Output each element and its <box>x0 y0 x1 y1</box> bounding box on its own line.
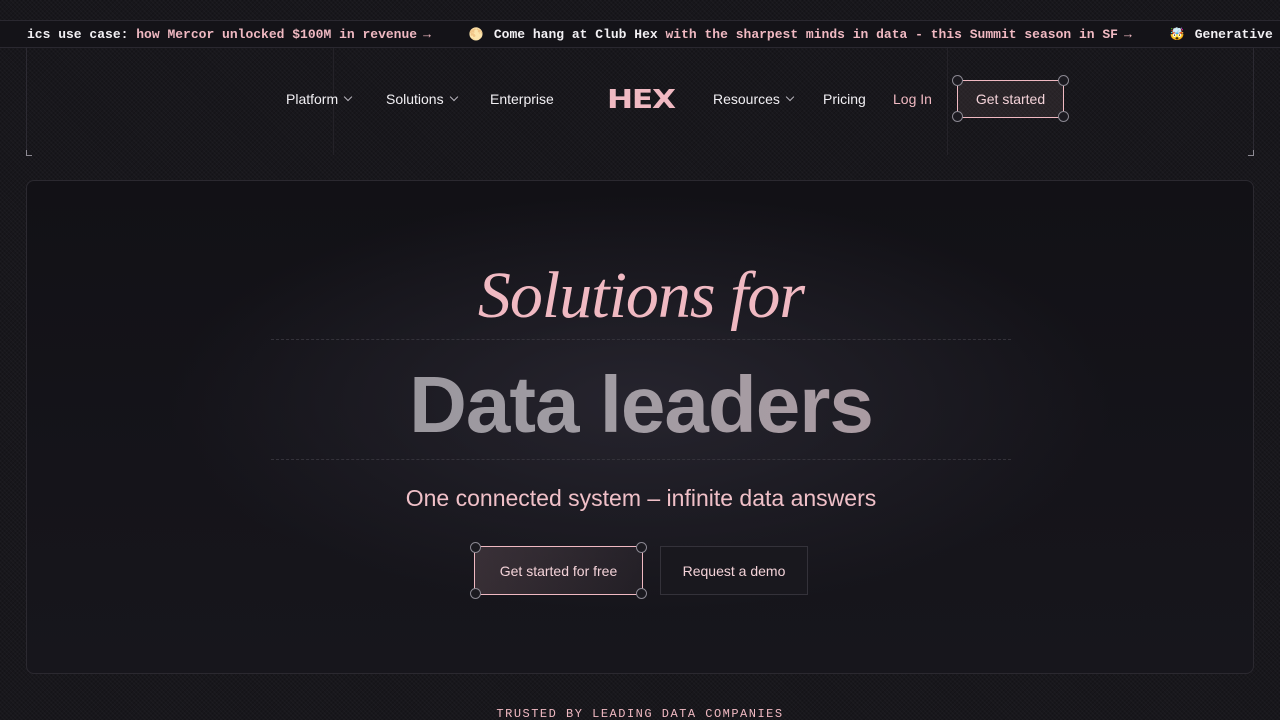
chevron-down-icon <box>451 94 458 101</box>
nav-resources[interactable]: Resources <box>713 80 794 118</box>
handle-icon <box>636 588 647 599</box>
handle-icon <box>952 111 963 122</box>
ticker-lead: Generative <box>1194 27 1273 42</box>
handle-icon <box>470 588 481 599</box>
ticker-item-club-hex[interactable]: 🌕 Come hang at Club Hex with the sharpest… <box>469 27 1132 42</box>
request-demo-label: Request a demo <box>682 562 786 579</box>
nav-enterprise-label: Enterprise <box>490 91 554 107</box>
hero-section: Solutions for Data leaders One connected… <box>26 180 1254 674</box>
ticker-link: how Mercor unlocked $100M in revenue <box>136 27 418 42</box>
nav-pricing-label: Pricing <box>823 91 866 107</box>
frame-corner <box>26 150 32 156</box>
hero-title: Data leaders <box>27 359 1253 451</box>
announcement-ticker: ics use case: how Mercor unlocked $100M … <box>0 20 1280 48</box>
chevron-down-icon <box>345 94 352 101</box>
arrow-right-icon: → <box>423 27 431 42</box>
arrow-right-icon: → <box>1123 27 1132 42</box>
hex-logo[interactable]: HEX <box>607 87 676 113</box>
ticker-item-mercor[interactable]: ics use case: how Mercor unlocked $100M … <box>27 27 431 42</box>
get-started-free-button[interactable]: Get started for free <box>474 546 643 595</box>
nav-solutions-label: Solutions <box>386 91 444 107</box>
hero-divider <box>271 339 1011 340</box>
hero-subtitle: One connected system – infinite data ans… <box>405 485 877 511</box>
handle-icon <box>470 542 481 553</box>
ticker-lead: Come hang at Club Hex <box>493 27 658 42</box>
hero-divider <box>271 459 1011 460</box>
mind-blown-icon: 🤯 <box>1169 28 1185 42</box>
nav-pricing[interactable]: Pricing <box>823 80 866 118</box>
handle-icon <box>636 542 647 553</box>
ticker-lead: ics use case: <box>27 27 129 42</box>
handle-icon <box>1058 75 1069 86</box>
get-started-free-label: Get started for free <box>499 562 618 579</box>
moon-icon: 🌕 <box>468 28 484 42</box>
get-started-button[interactable]: Get started <box>957 80 1064 118</box>
handle-icon <box>1058 111 1069 122</box>
hero-kicker: Solutions for <box>477 259 805 332</box>
login-label: Log In <box>893 91 932 107</box>
nav-platform-label: Platform <box>286 91 339 107</box>
frame-corner <box>1248 150 1254 156</box>
nav-enterprise[interactable]: Enterprise <box>490 80 554 118</box>
trusted-by-heading: TRUSTED BY LEADING DATA COMPANIES <box>496 707 784 720</box>
chevron-down-icon <box>787 94 794 101</box>
nav-platform[interactable]: Platform <box>286 80 352 118</box>
get-started-label: Get started <box>975 91 1046 107</box>
login-link[interactable]: Log In <box>893 80 932 118</box>
ticker-track: ics use case: how Mercor unlocked $100M … <box>27 27 1280 42</box>
request-demo-button[interactable]: Request a demo <box>660 546 808 595</box>
nav-solutions[interactable]: Solutions <box>386 80 458 118</box>
ticker-link: with the sharpest minds in data - this S… <box>665 27 1118 42</box>
nav-resources-label: Resources <box>713 91 780 107</box>
handle-icon <box>952 75 963 86</box>
ticker-item-generative[interactable]: 🤯 Generative <box>1170 27 1273 42</box>
